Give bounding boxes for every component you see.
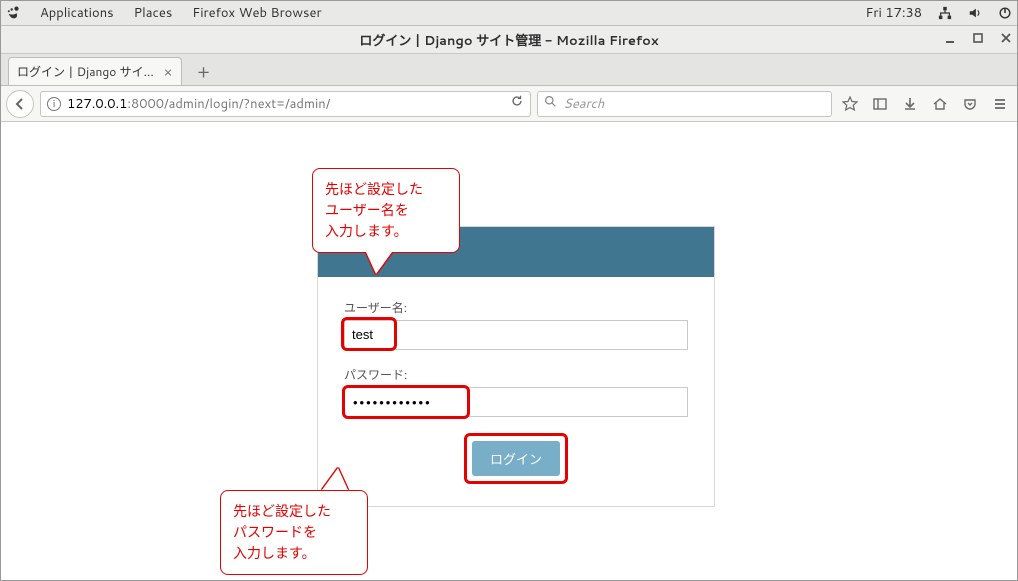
- url-bar[interactable]: i 127.0.0.1:8000/admin/login/?next=/admi…: [40, 91, 531, 117]
- gnome-clock[interactable]: Fri 17:38: [865, 4, 922, 22]
- tab-strip: ログイン | Django サイ... × +: [0, 54, 1018, 86]
- back-button[interactable]: [6, 90, 34, 118]
- url-text: 127.0.0.1:8000/admin/login/?next=/admin/: [67, 95, 504, 113]
- hamburger-menu-icon[interactable]: [988, 92, 1012, 116]
- gnome-top-bar: Applications Places Firefox Web Browser …: [0, 0, 1018, 26]
- search-bar[interactable]: Search: [537, 91, 832, 117]
- password-input[interactable]: [344, 387, 688, 417]
- sidebar-icon[interactable]: [868, 92, 892, 116]
- annotation-password-tail: [322, 468, 348, 490]
- power-icon[interactable]: [998, 6, 1012, 20]
- window-title: ログイン | Django サイト管理 - Mozilla Firefox: [359, 30, 658, 50]
- window-close-button[interactable]: [1000, 31, 1012, 49]
- volume-icon[interactable]: [968, 6, 982, 20]
- browser-toolbar: i 127.0.0.1:8000/admin/login/?next=/admi…: [0, 86, 1018, 122]
- window-titlebar: ログイン | Django サイト管理 - Mozilla Firefox: [0, 26, 1018, 54]
- annotation-password: 先ほど設定した パスワードを 入力します。: [220, 490, 368, 575]
- downloads-icon[interactable]: [898, 92, 922, 116]
- search-placeholder: Search: [563, 95, 604, 113]
- gnome-menu-places[interactable]: Places: [134, 4, 173, 22]
- search-icon: [544, 95, 557, 113]
- page-viewport: go-journey.club ユーザー名: パスワード:: [0, 122, 1018, 581]
- reload-button[interactable]: [510, 94, 524, 113]
- tab-title: ログイン | Django サイ...: [17, 63, 154, 80]
- annotation-username: 先ほど設定した ユーザー名を 入力します。: [312, 168, 460, 253]
- window-maximize-button[interactable]: [972, 31, 984, 49]
- pocket-icon[interactable]: [958, 92, 982, 116]
- password-field-block: パスワード:: [344, 366, 688, 417]
- annotation-username-tail: [366, 252, 392, 274]
- home-icon[interactable]: [928, 92, 952, 116]
- gnome-active-app[interactable]: Firefox Web Browser: [192, 4, 321, 22]
- username-field-block: ユーザー名:: [344, 299, 688, 350]
- username-label: ユーザー名:: [344, 299, 688, 316]
- gnome-menu-applications[interactable]: Applications: [40, 4, 114, 22]
- gnome-logo-icon: [6, 6, 20, 20]
- bookmark-star-icon[interactable]: [838, 92, 862, 116]
- username-highlight: [346, 322, 392, 346]
- window-minimize-button[interactable]: [944, 31, 956, 49]
- new-tab-button[interactable]: +: [192, 59, 216, 83]
- network-icon[interactable]: [938, 6, 952, 20]
- login-button[interactable]: ログイン: [472, 441, 560, 476]
- site-info-icon[interactable]: i: [47, 97, 61, 111]
- login-button-highlight: ログイン: [464, 433, 568, 484]
- browser-tab[interactable]: ログイン | Django サイ... ×: [8, 57, 182, 85]
- password-label: パスワード:: [344, 366, 688, 383]
- tab-close-button[interactable]: ×: [164, 62, 173, 82]
